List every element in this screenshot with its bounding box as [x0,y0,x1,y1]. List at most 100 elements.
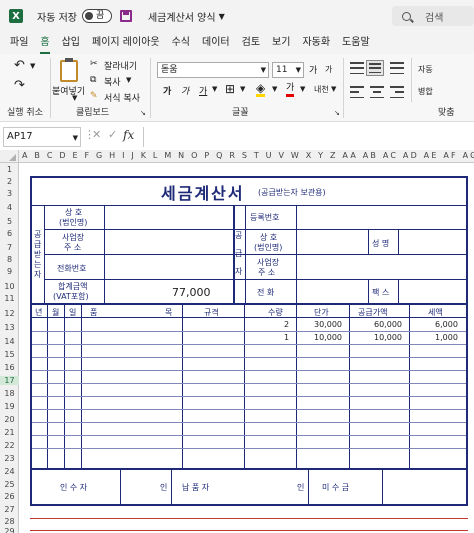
save-icon[interactable] [119,10,132,22]
dialog-launcher-icon[interactable]: ↘ [334,109,340,117]
cut-line [30,518,468,519]
row-header[interactable]: 16 [0,363,19,372]
borders-dropdown-icon[interactable]: ▼ [240,85,245,93]
grow-font-button[interactable]: 가 [309,63,317,76]
bold-button[interactable]: 가 [163,84,171,97]
row-header[interactable]: 28 [0,517,19,526]
undo-icon[interactable]: ↶ [14,58,25,73]
select-all-button[interactable] [0,150,19,162]
align-bottom-icon[interactable] [390,62,404,74]
row-header[interactable]: 9 [0,267,19,276]
align-left-icon[interactable] [350,86,364,98]
font-size-select[interactable]: 11 ▼ [272,62,304,78]
tab-file[interactable]: 파일 [10,32,28,54]
row-header[interactable]: 11 [0,294,19,303]
undo-group-label: 실행 취소 [7,108,43,118]
worksheet[interactable]: 세금계산서 (공급받는자 보관용) 공급받는자 공 급 자 상 호 (법인명) … [19,163,474,533]
document-title[interactable]: 세금계산서 양식 [148,9,216,24]
tab-home[interactable]: 홈 [40,32,50,54]
fill-color-dropdown-icon[interactable]: ▼ [272,85,277,93]
tab-review[interactable]: 검토 [242,32,260,54]
formula-input[interactable] [143,127,474,147]
address-sublabel: 주 소 [64,243,82,252]
row-header[interactable]: 3 [0,189,19,198]
row-header[interactable]: 27 [0,505,19,514]
name-box[interactable]: AP17 ▼ [3,127,81,147]
phonetic-button[interactable]: 내천 [314,84,329,95]
wrap-text-button[interactable]: 자동 [418,64,433,75]
rule [120,470,121,504]
fill-color-icon[interactable]: ◈ [256,82,266,97]
tab-formulas[interactable]: 수식 [172,32,190,54]
copy-dropdown-icon[interactable]: ▼ [126,76,131,84]
rule [32,396,466,397]
cancel-icon[interactable]: ✕ [92,128,101,141]
tab-automate[interactable]: 자동화 [302,32,330,54]
row-header[interactable]: 1 [0,165,19,174]
tab-insert[interactable]: 삽입 [62,32,80,54]
row-header[interactable]: 7 [0,243,19,252]
tab-data[interactable]: 데이터 [202,32,230,54]
tab-help[interactable]: 도움말 [342,32,370,54]
row-header[interactable]: 10 [0,282,19,291]
paste-button[interactable]: 붙여넣기 [52,84,85,97]
row-header[interactable]: 19 [0,402,19,411]
shrink-font-button[interactable]: 가 [325,64,332,75]
row-header[interactable]: 2 [0,177,19,186]
row-header[interactable]: 23 [0,454,19,463]
phonetic-dropdown-icon[interactable]: ▼ [331,85,336,93]
underline-dropdown-icon[interactable]: ▼ [212,85,217,93]
row-header[interactable]: 15 [0,350,19,359]
row-header[interactable]: 22 [0,441,19,450]
item-2-price: 10,000 [314,333,342,342]
row-header[interactable]: 18 [0,389,19,398]
tab-view[interactable]: 보기 [272,32,290,54]
insert-function-button[interactable]: fx [123,128,134,142]
row-header[interactable]: 26 [0,492,19,501]
format-painter-icon[interactable]: ✎ [90,91,98,101]
align-center-icon[interactable] [370,86,384,98]
row-header[interactable]: 29 [0,527,19,533]
row-header[interactable]: 25 [0,480,19,489]
underline-button[interactable]: 가 [199,84,207,97]
row-header[interactable]: 21 [0,428,19,437]
item-1-supply: 60,000 [374,320,402,329]
row-header[interactable]: 4 [0,203,19,212]
chevron-down-icon[interactable]: ▼ [219,12,225,21]
paste-icon[interactable] [60,58,78,82]
item-1-qty: 2 [284,320,290,329]
borders-icon[interactable]: ⊞ [225,82,235,96]
row-header[interactable]: 24 [0,467,19,476]
row-header[interactable]: 5 [0,217,19,226]
paste-dropdown-icon[interactable]: ▼ [72,94,77,102]
format-painter-button[interactable]: 서식 복사 [104,91,140,104]
merge-button[interactable]: 병합 [418,86,433,97]
dialog-launcher-icon[interactable]: ↘ [140,109,146,117]
cut-icon[interactable]: ✂ [90,59,98,69]
column-letters[interactable]: A B C D E F G H I J K L M N O P Q R S T … [22,151,474,160]
undo-dropdown-icon[interactable]: ▼ [30,62,35,70]
row-header-selected[interactable]: 17 [0,376,19,385]
deliverer-seal-label: 인 [297,483,305,492]
tab-page-layout[interactable]: 페이지 레이아웃 [92,32,160,54]
row-header[interactable]: 14 [0,337,19,346]
search-input[interactable]: 검색 [392,6,474,26]
font-color-button[interactable]: 가 [286,82,295,97]
enter-icon[interactable]: ✓ [108,128,117,141]
row-header[interactable]: 12 [0,309,19,318]
copy-icon[interactable]: ⧉ [90,75,96,85]
font-color-dropdown-icon[interactable]: ▼ [300,85,305,93]
align-top-icon[interactable] [350,62,364,74]
row-header[interactable]: 8 [0,255,19,264]
italic-button[interactable]: 가 [181,84,189,97]
cut-button[interactable]: 잘라내기 [104,59,137,72]
font-name-select[interactable]: 돋움 ▼ [157,62,269,78]
align-middle-icon[interactable] [366,60,384,76]
row-header[interactable]: 6 [0,229,19,238]
row-header[interactable]: 13 [0,323,19,332]
row-header[interactable]: 20 [0,415,19,424]
align-right-icon[interactable] [390,86,404,98]
redo-icon[interactable]: ↷ [14,78,25,93]
autosave-toggle[interactable]: 끔 [81,9,112,23]
copy-button[interactable]: 복사 [104,75,121,88]
